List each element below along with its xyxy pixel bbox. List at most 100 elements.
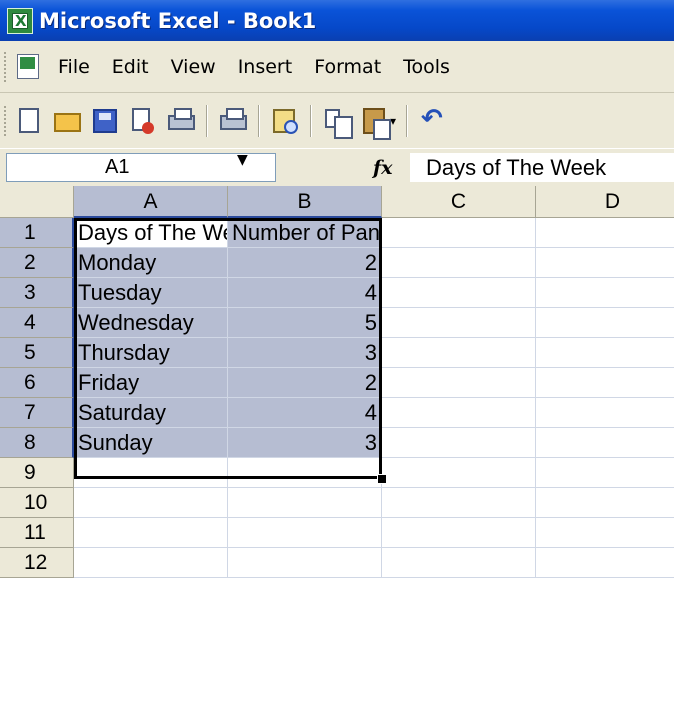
row-header-11[interactable]: 11 [0, 518, 74, 548]
row-header-4[interactable]: 4 [0, 308, 74, 338]
menu-grip[interactable] [4, 51, 10, 82]
undo-icon[interactable]: ↶ [417, 104, 449, 138]
cell-c4[interactable] [382, 308, 536, 338]
menu-view[interactable]: View [171, 56, 216, 78]
cell-c5[interactable] [382, 338, 536, 368]
cell-c7[interactable] [382, 398, 536, 428]
row-header-8[interactable]: 8 [0, 428, 74, 458]
cell-a3[interactable]: Tuesday [74, 278, 228, 308]
row-header-3[interactable]: 3 [0, 278, 74, 308]
name-box-dropdown-icon[interactable]: ▼ [237, 152, 248, 168]
cell-a1[interactable]: Days of The Week [74, 218, 228, 248]
title-bar: Microsoft Excel - Book1 [0, 0, 674, 41]
column-header-a[interactable]: A [74, 186, 228, 218]
print-preview-icon[interactable] [217, 104, 249, 138]
toolbar-separator [206, 104, 208, 137]
formula-bar: A1 ▼ fx Days of The Week [0, 148, 674, 187]
menu-tools[interactable]: Tools [403, 56, 450, 78]
cell-c12[interactable] [382, 548, 536, 578]
cell-b11[interactable] [228, 518, 382, 548]
cell-d10[interactable] [536, 488, 674, 518]
cell-a4[interactable]: Wednesday [74, 308, 228, 338]
toolbar-separator [310, 104, 312, 137]
cell-d12[interactable] [536, 548, 674, 578]
menu-file[interactable]: File [58, 56, 90, 78]
cell-b1[interactable]: Number of Pancakes [228, 218, 382, 248]
menu-insert[interactable]: Insert [238, 56, 293, 78]
cell-b9[interactable] [228, 458, 382, 488]
cell-a2[interactable]: Monday [74, 248, 228, 278]
cell-c6[interactable] [382, 368, 536, 398]
workbook-icon[interactable] [14, 52, 44, 82]
cell-a6[interactable]: Friday [74, 368, 228, 398]
cell-a8[interactable]: Sunday [74, 428, 228, 458]
cell-d4[interactable] [536, 308, 674, 338]
cell-a10[interactable] [74, 488, 228, 518]
cell-c8[interactable] [382, 428, 536, 458]
open-icon[interactable] [51, 104, 83, 138]
cell-c3[interactable] [382, 278, 536, 308]
copy-icon[interactable] [321, 104, 353, 139]
cell-d9[interactable] [536, 458, 674, 488]
cell-d6[interactable] [536, 368, 674, 398]
toolbar-separator [406, 104, 409, 137]
cell-a9[interactable] [74, 458, 228, 488]
new-icon[interactable] [13, 104, 45, 138]
research-icon[interactable] [269, 104, 301, 138]
column-header-b[interactable]: B [228, 186, 382, 218]
insert-function-icon[interactable]: fx [373, 157, 393, 179]
excel-app-icon[interactable] [7, 7, 33, 34]
cell-d2[interactable] [536, 248, 674, 278]
menu-edit[interactable]: Edit [112, 56, 149, 78]
cell-d8[interactable] [536, 428, 674, 458]
cell-b5[interactable]: 3 [228, 338, 382, 368]
column-header-d[interactable]: D [536, 186, 674, 218]
cell-c1[interactable] [382, 218, 536, 248]
toolbar-grip[interactable] [4, 105, 10, 136]
row-header-6[interactable]: 6 [0, 368, 74, 398]
cell-b12[interactable] [228, 548, 382, 578]
worksheet-grid: A B C D 1 2 3 4 5 6 7 8 9 10 11 12 Days … [0, 186, 674, 727]
cell-b8[interactable]: 3 [228, 428, 382, 458]
cell-a12[interactable] [74, 548, 228, 578]
row-header-2[interactable]: 2 [0, 248, 74, 278]
row-header-9[interactable]: 9 [0, 458, 74, 488]
row-header-12[interactable]: 12 [0, 548, 74, 578]
column-header-c[interactable]: C [382, 186, 536, 218]
cell-b4[interactable]: 5 [228, 308, 382, 338]
toolbar-separator [258, 104, 260, 137]
cell-c10[interactable] [382, 488, 536, 518]
cell-d5[interactable] [536, 338, 674, 368]
menu-bar: File Edit View Insert Format Tools [0, 41, 674, 93]
cell-b7[interactable]: 4 [228, 398, 382, 428]
cell-a11[interactable] [74, 518, 228, 548]
row-header-1[interactable]: 1 [0, 218, 74, 248]
cell-b3[interactable]: 4 [228, 278, 382, 308]
cell-c2[interactable] [382, 248, 536, 278]
menu-format[interactable]: Format [314, 56, 381, 78]
cell-c9[interactable] [382, 458, 536, 488]
cell-d7[interactable] [536, 398, 674, 428]
save-icon[interactable] [89, 104, 121, 138]
row-header-7[interactable]: 7 [0, 398, 74, 428]
print-icon[interactable] [165, 104, 197, 138]
name-box[interactable]: A1 [6, 153, 276, 182]
select-all-button[interactable] [0, 186, 74, 218]
cell-c11[interactable] [382, 518, 536, 548]
standard-toolbar: ▾ ↶ [0, 93, 674, 148]
permission-icon[interactable] [127, 104, 159, 138]
row-header-5[interactable]: 5 [0, 338, 74, 368]
cell-b2[interactable]: 2 [228, 248, 382, 278]
window-title: Microsoft Excel - Book1 [39, 8, 317, 33]
formula-input[interactable]: Days of The Week [410, 153, 674, 182]
cell-b6[interactable]: 2 [228, 368, 382, 398]
cell-b10[interactable] [228, 488, 382, 518]
cell-a5[interactable]: Thursday [74, 338, 228, 368]
cell-d1[interactable] [536, 218, 674, 248]
paste-icon[interactable] [359, 104, 391, 140]
fill-handle[interactable] [377, 474, 387, 484]
cell-d3[interactable] [536, 278, 674, 308]
cell-a7[interactable]: Saturday [74, 398, 228, 428]
cell-d11[interactable] [536, 518, 674, 548]
row-header-10[interactable]: 10 [0, 488, 74, 518]
